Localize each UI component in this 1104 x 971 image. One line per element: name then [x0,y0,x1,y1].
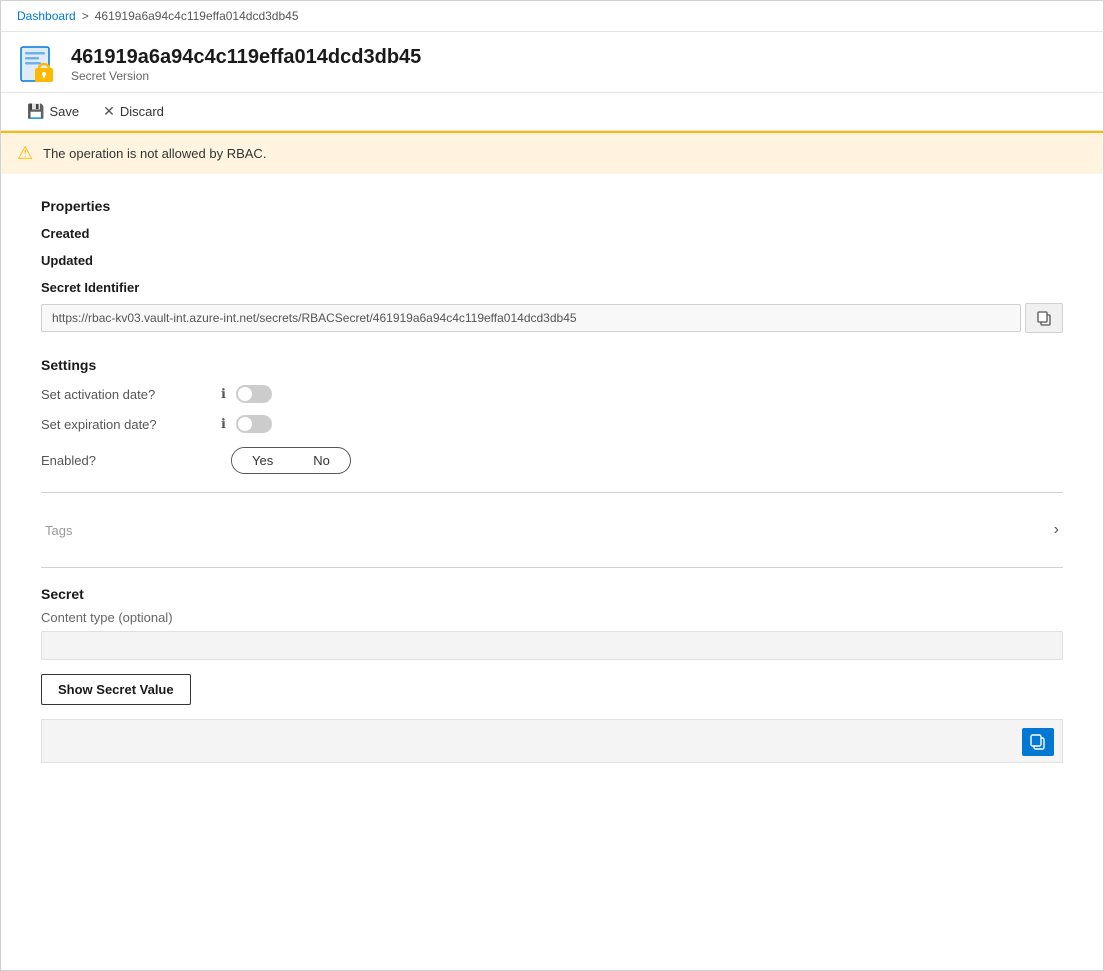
breadcrumb-separator: > [82,9,89,23]
enabled-label: Enabled? [41,453,211,468]
divider-2 [41,567,1063,568]
enabled-yes-button[interactable]: Yes [232,448,293,473]
expiration-toggle[interactable] [236,415,272,433]
copy-identifier-button[interactable] [1025,303,1063,333]
identifier-label: Secret Identifier [41,280,1063,295]
breadcrumb-current: 461919a6a94c4c119effa014dcd3db45 [95,9,299,23]
copy-icon [1036,310,1052,326]
tags-row[interactable]: Tags › [41,511,1063,549]
header-icon [17,44,57,84]
activation-info-icon[interactable]: ℹ [221,386,226,402]
secret-section: Secret Content type (optional) Show Secr… [41,586,1063,763]
alert-banner: ⚠ The operation is not allowed by RBAC. [1,131,1103,174]
breadcrumb-dashboard-link[interactable]: Dashboard [17,9,76,23]
alert-message: The operation is not allowed by RBAC. [43,146,266,161]
enabled-no-button[interactable]: No [293,448,350,473]
secret-section-title: Secret [41,586,1063,602]
created-label: Created [41,226,1063,241]
copy-secret-icon [1029,733,1047,751]
updated-label: Updated [41,253,1063,268]
page-header: 461919a6a94c4c119effa014dcd3db45 Secret … [1,32,1103,93]
expiration-toggle-knob [238,417,252,431]
enabled-button-group: Yes No [231,447,351,474]
discard-button[interactable]: ✕ Discard [93,99,174,124]
activation-toggle-knob [238,387,252,401]
save-icon: 💾 [27,103,44,120]
expiration-label: Set expiration date? [41,417,211,432]
discard-icon: ✕ [103,103,115,120]
content-type-input[interactable] [41,631,1063,660]
show-secret-button[interactable]: Show Secret Value [41,674,191,705]
toolbar: 💾 Save ✕ Discard [1,93,1103,131]
properties-section-title: Properties [41,198,1063,214]
page-title: 461919a6a94c4c119effa014dcd3db45 [71,45,421,69]
properties-section: Properties Created Updated Secret Identi… [41,198,1063,333]
breadcrumb: Dashboard > 461919a6a94c4c119effa014dcd3… [1,1,1103,32]
header-text: 461919a6a94c4c119effa014dcd3db45 Secret … [71,45,421,83]
copy-secret-button[interactable] [1022,728,1054,756]
enabled-row: Enabled? Yes No [41,447,1063,474]
tags-chevron-icon: › [1054,521,1059,539]
settings-section: Settings Set activation date? ℹ Set expi… [41,357,1063,568]
activation-label: Set activation date? [41,387,211,402]
identifier-row [41,303,1063,333]
expiration-row: Set expiration date? ℹ [41,415,1063,433]
activation-toggle[interactable] [236,385,272,403]
save-button[interactable]: 💾 Save [17,99,89,124]
expiration-info-icon[interactable]: ℹ [221,416,226,432]
page-subtitle: Secret Version [71,69,421,83]
activation-row: Set activation date? ℹ [41,385,1063,403]
settings-section-title: Settings [41,357,1063,373]
divider-1 [41,492,1063,493]
tags-label: Tags [45,523,72,538]
warning-icon: ⚠ [17,143,33,164]
content-type-label: Content type (optional) [41,610,1063,625]
identifier-input[interactable] [41,304,1021,332]
content-area: Properties Created Updated Secret Identi… [1,174,1103,803]
secret-value-area [41,719,1063,763]
